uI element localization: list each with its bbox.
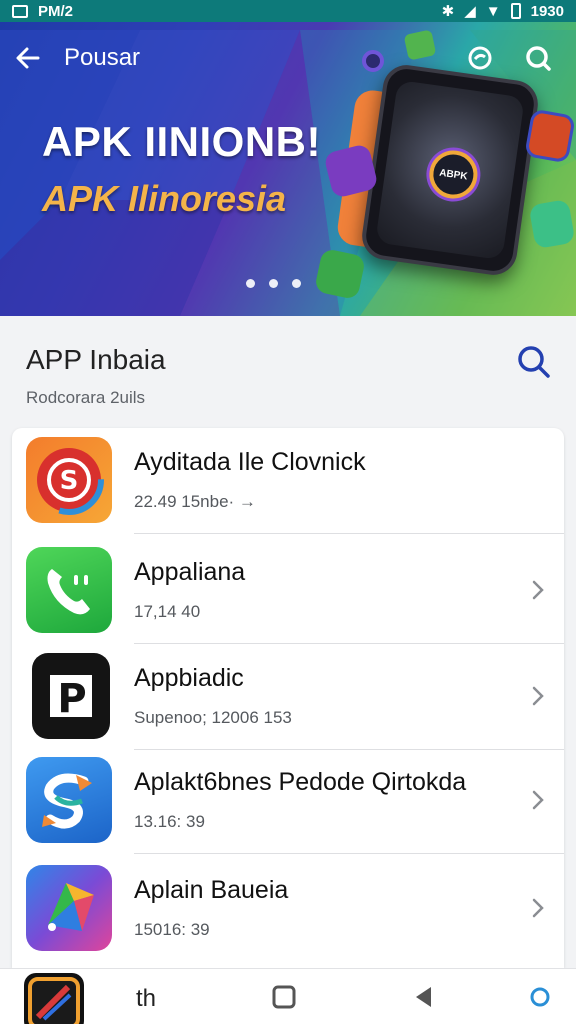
row-divider xyxy=(134,533,564,534)
top-actions xyxy=(464,42,554,74)
section-title: APP Inbaia xyxy=(26,344,166,375)
carousel-dot[interactable] xyxy=(292,279,301,288)
recents-button[interactable] xyxy=(524,981,556,1013)
search-button[interactable] xyxy=(514,342,554,382)
floating-mint-tile-icon xyxy=(528,198,576,250)
section-subtitle: Rodcorara 2uils xyxy=(26,388,146,407)
phone-logo: ABPK xyxy=(426,147,481,202)
list-item[interactable]: Aplain Baueia 15016: 39 xyxy=(12,856,564,962)
chevron-right-icon xyxy=(532,580,544,600)
list-item[interactable]: P Appbiadic Supenoo; 12006 153 xyxy=(12,644,564,750)
battery-icon xyxy=(510,3,521,19)
status-bar: PM/2 ✱ ◢ ▼ 1930 xyxy=(0,0,576,22)
carousel-dot[interactable] xyxy=(269,279,278,288)
svg-text:S: S xyxy=(60,466,79,496)
carousel-dot[interactable] xyxy=(246,279,255,288)
chat-icon xyxy=(468,46,492,70)
list-item[interactable]: Appaliana 17,14 40 xyxy=(12,538,564,644)
gradient-arrow-app-icon xyxy=(26,865,112,951)
blue-s-app-icon xyxy=(26,757,112,843)
triangle-back-icon xyxy=(416,987,431,1007)
app-name: Aplakt6bnes Pedode Qirtokda xyxy=(134,768,467,796)
top-app-bar: Pousar xyxy=(0,30,576,86)
back-arrow-icon xyxy=(16,47,40,69)
list-item[interactable]: S Ayditada Ile Clovnick 22.49 15nbe· → xyxy=(12,428,564,534)
hero-banner[interactable]: ABPK PM/2 ✱ ◢ ▼ 1930 Pousar APK IINIONB!… xyxy=(0,0,576,316)
app-meta: 15016: 39 xyxy=(134,920,210,939)
hero-phone-illustration: ABPK xyxy=(359,62,541,278)
square-icon xyxy=(272,985,296,1009)
chevron-right-icon xyxy=(532,686,544,706)
bottom-label: th xyxy=(136,985,157,1012)
svg-text:P: P xyxy=(57,676,86,722)
bluetooth-icon: ✱ xyxy=(441,3,455,20)
signal-icon: ◢ xyxy=(464,3,476,20)
app-name: Ayditada Ile Clovnick xyxy=(134,448,366,476)
share-button[interactable] xyxy=(464,42,496,74)
app-name: Aplain Baueia xyxy=(134,876,289,904)
app-meta: 22.49 15nbe· → xyxy=(134,492,256,511)
notification-icon xyxy=(12,4,28,18)
list-item[interactable]: Aplakt6bnes Pedode Qirtokda 13.16: 39 xyxy=(12,748,564,854)
wifi-icon: ▼ xyxy=(485,2,501,20)
bottom-app-icon[interactable] xyxy=(24,973,84,1024)
app-name: Appaliana xyxy=(134,558,246,586)
search-top-button[interactable] xyxy=(522,42,554,74)
circle-icon xyxy=(530,987,550,1007)
status-time-right: 1930 xyxy=(530,2,564,20)
carousel-dots xyxy=(246,279,301,288)
app-name: Appbiadic xyxy=(134,664,244,692)
search-icon xyxy=(518,346,550,378)
chevron-right-icon xyxy=(532,898,544,918)
chevron-right-icon xyxy=(532,790,544,810)
app-meta: 17,14 40 xyxy=(134,602,201,621)
orange-swirl-app-icon: S xyxy=(26,437,112,523)
home-button[interactable] xyxy=(268,981,300,1013)
app-list: S Ayditada Ile Clovnick 22.49 15nbe· → A… xyxy=(12,428,564,968)
hero-subtitle: APK Ilinoresia xyxy=(42,178,287,219)
app-meta: 13.16: 39 xyxy=(134,812,205,831)
green-phone-app-icon xyxy=(26,547,112,633)
row-divider xyxy=(134,853,564,854)
status-time-left: PM/2 xyxy=(38,2,74,20)
app-meta: Supenoo; 12006 153 xyxy=(134,708,292,727)
hero-title: APK IINIONB! xyxy=(42,118,321,165)
section-header: APP Inbaia Rodcorara 2uils xyxy=(0,316,576,428)
black-p-app-icon: P xyxy=(32,653,110,739)
back-nav-button[interactable] xyxy=(408,981,440,1013)
page-title: Pousar xyxy=(64,44,141,71)
search-ring-icon xyxy=(526,46,551,71)
floating-orange-tile-icon xyxy=(524,108,576,164)
back-button[interactable] xyxy=(0,30,56,86)
bottom-navigation-bar: th xyxy=(0,968,576,1024)
